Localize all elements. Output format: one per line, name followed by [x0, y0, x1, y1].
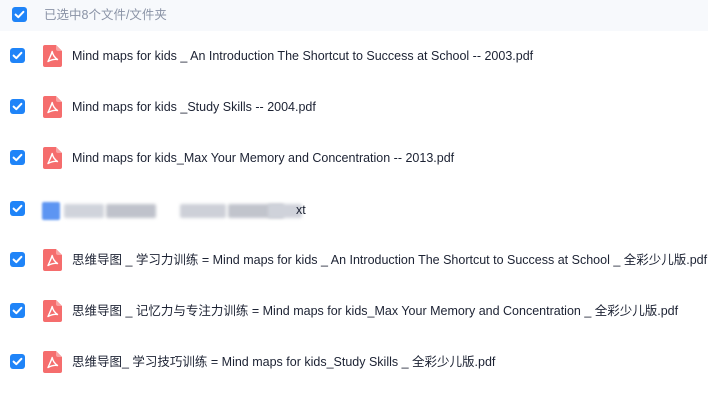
- selection-count-label: 已选中8个文件/文件夹: [44, 8, 167, 22]
- checkmark-icon: [12, 153, 23, 162]
- pdf-icon: [43, 45, 62, 67]
- checkmark-icon: [14, 10, 25, 19]
- file-selection-panel: 已选中8个文件/文件夹 Mind maps for kids _ An Intr…: [0, 0, 708, 400]
- checkmark-icon: [12, 204, 23, 213]
- file-list: Mind maps for kids _ An Introduction The…: [0, 31, 708, 400]
- file-checkbox[interactable]: [10, 150, 25, 165]
- file-name[interactable]: 思维导图 _ 学习力训练 = Mind maps for kids _ An I…: [72, 251, 707, 269]
- file-row[interactable]: Mind maps for kids _Study Skills -- 2004…: [0, 82, 708, 133]
- pdf-icon: [43, 147, 62, 169]
- file-name[interactable]: Mind maps for kids _Study Skills -- 2004…: [72, 98, 316, 116]
- file-name[interactable]: 思维导图_ 学习技巧训练 = Mind maps for kids_Study …: [72, 353, 495, 371]
- file-checkbox[interactable]: [10, 201, 25, 216]
- checkmark-icon: [12, 51, 23, 60]
- redaction-block: [180, 204, 226, 218]
- file-checkbox[interactable]: [10, 48, 25, 63]
- file-checkbox[interactable]: [10, 252, 25, 267]
- checkmark-icon: [12, 306, 23, 315]
- file-checkbox[interactable]: [10, 99, 25, 114]
- checkmark-icon: [12, 255, 23, 264]
- file-checkbox[interactable]: [10, 303, 25, 318]
- file-name[interactable]: Mind maps for kids _ An Introduction The…: [72, 47, 533, 65]
- checkmark-icon: [12, 357, 23, 366]
- redaction-block: [106, 204, 156, 218]
- file-name-suffix: xt: [296, 203, 306, 217]
- pdf-icon: [43, 96, 62, 118]
- pdf-icon: [43, 300, 62, 322]
- file-checkbox[interactable]: [10, 354, 25, 369]
- redacted-file-name[interactable]: xt: [42, 200, 306, 220]
- file-name[interactable]: Mind maps for kids_Max Your Memory and C…: [72, 149, 454, 167]
- selection-header: 已选中8个文件/文件夹: [0, 0, 708, 30]
- pdf-icon: [43, 351, 62, 373]
- txt-icon: [42, 202, 60, 220]
- file-row[interactable]: 思维导图 _ 记忆力与专注力训练 = Mind maps for kids_Ma…: [0, 286, 708, 337]
- select-all-checkbox[interactable]: [12, 7, 27, 22]
- file-row[interactable]: xt: [0, 184, 708, 235]
- file-row[interactable]: Mind maps for kids _ An Introduction The…: [0, 31, 708, 82]
- file-row[interactable]: 思维导图_ 学习技巧训练 = Mind maps for kids_Study …: [0, 337, 708, 388]
- redaction-block: [64, 204, 104, 218]
- file-row[interactable]: 思维导图 _ 学习力训练 = Mind maps for kids _ An I…: [0, 235, 708, 286]
- pdf-icon: [43, 249, 62, 271]
- checkmark-icon: [12, 102, 23, 111]
- file-name[interactable]: 思维导图 _ 记忆力与专注力训练 = Mind maps for kids_Ma…: [72, 302, 678, 320]
- file-row[interactable]: Mind maps for kids_Max Your Memory and C…: [0, 133, 708, 184]
